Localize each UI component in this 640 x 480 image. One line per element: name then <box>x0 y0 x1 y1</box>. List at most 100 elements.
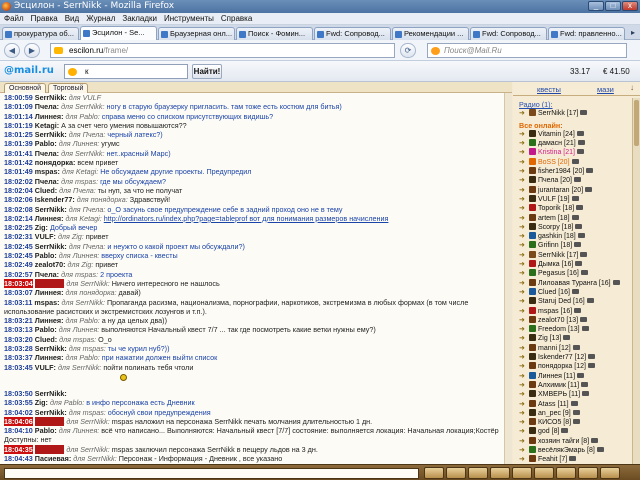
user-name[interactable]: Iskender77 [12] <box>538 354 586 361</box>
chat-time[interactable]: 18:02:25 <box>4 223 33 232</box>
chat-recipient[interactable]: для понядорка: <box>66 288 117 297</box>
send-button[interactable] <box>424 467 444 479</box>
chat-time[interactable]: 18:03:28 <box>4 344 33 353</box>
chat-time[interactable]: 18:02:49 <box>4 260 33 269</box>
chat-author[interactable]: mspas: <box>35 167 60 176</box>
chat-time[interactable]: 18:03:11 <box>4 298 32 307</box>
chat-author[interactable]: Линнея: <box>35 288 64 297</box>
chat-time[interactable]: 18:01:14 <box>4 112 33 121</box>
user-name[interactable]: Лилоавая Туранга [16] <box>538 280 611 287</box>
user-name[interactable]: ХМВЕРЬ [11] <box>538 391 580 398</box>
sidebar-scrollbar[interactable] <box>632 98 640 464</box>
filter-button[interactable] <box>512 467 532 479</box>
chat-author[interactable]: Пчела: <box>35 270 59 279</box>
chat-author[interactable]: Линнея: <box>35 353 64 362</box>
chat-recipient[interactable]: для Линнея: <box>59 251 100 260</box>
chat-recipient[interactable]: для mspas: <box>61 270 98 279</box>
menu-item[interactable]: Закладки <box>119 13 160 25</box>
help-button[interactable] <box>578 467 598 479</box>
user-name[interactable]: jurantaran [20] <box>538 187 583 194</box>
chat-author[interactable]: Pablo: <box>35 325 57 334</box>
user-name[interactable]: VULF [19] <box>538 196 570 203</box>
clear-button[interactable] <box>490 467 510 479</box>
chat-recipient[interactable]: для Линнея: <box>59 325 100 334</box>
chat-tab-trade[interactable]: Торговый <box>48 83 89 93</box>
browser-tab[interactable]: Браузерная онл... <box>158 27 235 40</box>
user-list-item[interactable]: ➜ fisher1984 [20] <box>519 167 632 176</box>
eur-rate[interactable]: € 41.50 <box>603 66 630 77</box>
chat-author[interactable]: SerrNikk: <box>35 389 67 398</box>
tab-scroll-right-icon[interactable]: ▸ <box>628 28 638 38</box>
chat-recipient[interactable]: для Pablo: <box>66 353 100 362</box>
chat-author[interactable]: Пчела: <box>35 177 59 186</box>
radio-group-label[interactable]: Радио (1): <box>519 100 632 109</box>
chat-recipient[interactable]: для Zig: <box>68 260 94 269</box>
chat-author[interactable]: Pablo: <box>35 139 57 148</box>
user-list-item[interactable]: ➜ хозяин тайги [8] <box>519 436 632 446</box>
user-name[interactable]: mspas [16] <box>538 308 572 315</box>
user-name[interactable]: zealot70 [13] <box>538 317 578 324</box>
chat-recipient[interactable]: для SerrNikk: <box>66 417 109 426</box>
user-name[interactable]: Алхимик [11] <box>538 382 579 389</box>
user-name[interactable]: SerrNikk [17] <box>538 252 578 259</box>
user-name[interactable]: Freedom [13] <box>538 326 580 333</box>
chat-time[interactable]: 18:03:20 <box>4 335 33 344</box>
user-name[interactable]: Zig [13] <box>538 335 561 342</box>
menu-item[interactable]: Справка <box>218 13 255 25</box>
chat-author[interactable]: Линнея: <box>35 214 64 223</box>
chat-recipient[interactable]: для Ketagi: <box>62 167 98 176</box>
user-list-item[interactable]: ➜ Staruj Ded [16] <box>519 297 632 306</box>
chat-author[interactable]: понядорка: <box>35 158 76 167</box>
user-list-item[interactable]: ➜ Vitamin [24] <box>519 129 632 139</box>
user-name[interactable]: Линнея [11] <box>538 373 575 380</box>
user-list-item[interactable]: ➜ Kristina [21] <box>519 148 632 157</box>
chat-time[interactable]: 18:02:45 <box>4 242 33 251</box>
chat-time[interactable]: 18:03:13 <box>4 325 33 334</box>
reload-button[interactable]: ⟳ <box>400 43 416 58</box>
chat-time[interactable]: 18:03:45 <box>4 363 33 372</box>
user-list-item[interactable]: ➜ Freedom [13] <box>519 325 632 334</box>
chat-time[interactable]: 18:02:45 <box>4 251 33 260</box>
chat-author[interactable]: SerrNikk: <box>35 93 67 102</box>
menu-item[interactable]: Инструменты <box>161 13 217 25</box>
chat-author[interactable]: SerrNikk <box>34 416 65 426</box>
user-name[interactable]: понядорка [12] <box>538 363 586 370</box>
user-list-item[interactable]: ➜ VULF [19] <box>519 194 632 204</box>
maximize-button[interactable]: □ <box>605 1 621 11</box>
chat-time[interactable]: 18:02:04 <box>4 186 33 195</box>
chat-time[interactable]: 18:03:04 <box>4 278 33 288</box>
chat-time[interactable]: 18:01:42 <box>4 158 33 167</box>
mailru-search-input[interactable]: к <box>64 64 188 79</box>
user-list-item[interactable]: ➜ Pegasus [16] <box>519 269 632 278</box>
translit-button[interactable] <box>468 467 488 479</box>
chat-time[interactable]: 18:01:49 <box>4 167 33 176</box>
user-name[interactable]: Пчела [20] <box>538 177 572 184</box>
user-list-item[interactable]: ➜ Пчела [20] <box>519 176 632 185</box>
chat-author[interactable]: SerrNikk: <box>35 344 67 353</box>
chat-time[interactable]: 18:02:31 <box>4 232 33 241</box>
user-name[interactable]: Дымка [16] <box>538 261 573 268</box>
chat-time[interactable]: 18:02:08 <box>4 205 33 214</box>
chat-time[interactable]: 18:02:02 <box>4 177 33 186</box>
user-name[interactable]: Clued [16] <box>538 289 570 296</box>
browser-tab[interactable]: Рекомендации ... <box>392 27 469 40</box>
user-list-item[interactable]: ➜ КИСО5 [8] <box>519 418 632 427</box>
chat-author[interactable]: Пчела: <box>35 149 59 158</box>
chat-author[interactable]: Линнея: <box>35 316 64 325</box>
user-list-item[interactable]: ➜ Дымка [16] <box>519 260 632 269</box>
message-input[interactable] <box>4 468 419 479</box>
chat-author[interactable]: SerrNikk <box>34 444 65 454</box>
chat-recipient[interactable]: для mspas: <box>69 344 106 353</box>
mailru-logo[interactable]: @mail.ru <box>4 65 54 76</box>
chat-time[interactable]: 18:01:39 <box>4 139 33 148</box>
back-button[interactable]: ◀ <box>4 43 20 58</box>
tab-mazi[interactable]: мази <box>597 85 614 94</box>
browser-tab[interactable]: Fwd: правленно... <box>548 27 625 40</box>
user-list-item[interactable]: ➜ Алхимик [11] <box>519 380 632 390</box>
user-list-item[interactable]: ➜ весёлякЭмарь [8] <box>519 445 632 455</box>
chat-time[interactable]: 18:01:41 <box>4 149 33 158</box>
user-name[interactable]: artem [18] <box>538 215 570 222</box>
user-list-item[interactable]: ➜ Atass [11] <box>519 399 632 409</box>
chat-time[interactable]: 18:03:07 <box>4 288 33 297</box>
user-list-item[interactable]: ➜ Линнея [11] <box>519 371 632 381</box>
